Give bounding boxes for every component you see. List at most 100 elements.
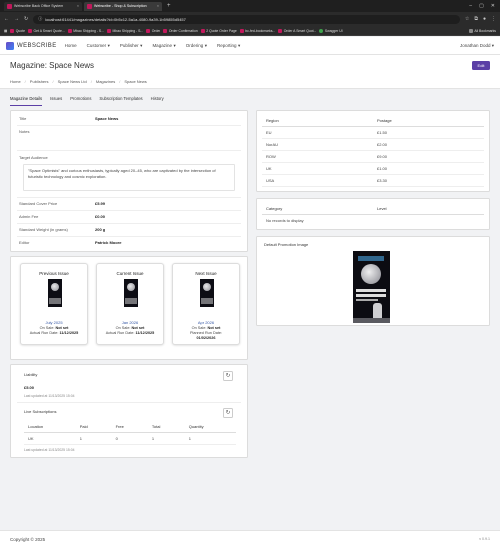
postage-table: Region Postage EU £1.50 NorAU £2.00 ROW £9.… — [262, 115, 484, 187]
nav-home[interactable]: Home — [65, 43, 77, 48]
url-text: localhost:61441/magazines/details?id=0b5… — [45, 16, 186, 22]
brand[interactable]: WEBSCRIBE — [6, 41, 57, 50]
tab-history[interactable]: History — [151, 96, 164, 106]
breadcrumb-home[interactable]: Home — [10, 79, 21, 84]
bookmark-icon — [107, 28, 111, 33]
menu-icon[interactable]: ⋮ — [491, 16, 496, 22]
nav-reporting[interactable]: Reporting ▾ — [217, 43, 240, 49]
bookmark-item[interactable]: 2 Quote Order Page — [200, 28, 237, 33]
issue-date[interactable]: July 2025 — [21, 320, 87, 325]
new-tab-icon[interactable]: + — [164, 3, 174, 9]
table-cell: UK — [24, 432, 76, 445]
issue-heading: Previous Issue — [39, 271, 69, 276]
table-cell: USA — [262, 174, 373, 187]
bookmarks-bar: ▦ Quote Get A Smart Quote... Mbao Shippi… — [0, 26, 500, 36]
issue-heading: Current Issue — [116, 271, 144, 276]
column-header: Quantity — [184, 421, 236, 433]
table-row: UK £1.00 — [262, 162, 484, 175]
close-icon[interactable]: × — [157, 4, 159, 8]
liability-updated: Last updated at 11/13/2025 15:04 — [24, 394, 75, 398]
bookmark-item[interactable]: bc-fed-bookmarks... — [239, 28, 275, 33]
chevron-down-icon: ▾ — [140, 42, 143, 48]
close-icon[interactable]: × — [77, 4, 79, 8]
bookmark-item[interactable]: Order Confirmation — [163, 28, 198, 33]
breadcrumb-separator: / — [52, 79, 54, 84]
issue-date[interactable]: Apr 2026 — [173, 320, 239, 325]
bookmark-item[interactable]: Get A Smart Quote... — [27, 28, 65, 33]
issue-on-sale: On Sale: Not set — [39, 326, 69, 330]
breadcrumb-separator: / — [90, 79, 92, 84]
bookmark-item[interactable]: Order — [146, 28, 160, 33]
tab-promotions[interactable]: Promotions — [70, 96, 91, 106]
column-header: Total — [147, 421, 185, 433]
bookmark-icon — [200, 28, 205, 33]
issue-heading: Next Issue — [195, 271, 217, 276]
edit-button[interactable]: Edit — [472, 60, 490, 70]
breadcrumb-magazines[interactable]: Magazines — [96, 79, 115, 84]
table-cell: 1 — [147, 432, 185, 445]
page-header: Magazine: Space News Edit — [0, 55, 500, 75]
breadcrumb-publishers[interactable]: Publishers — [30, 79, 49, 84]
bookmark-star-icon[interactable]: ☆ — [465, 16, 469, 22]
browser-tab-title: Webscribe - Shop & Subscription — [94, 4, 147, 8]
browser-tab-active[interactable]: Webscribe - Shop & Subscription × — [84, 1, 162, 11]
maximize-icon[interactable]: ▢ — [479, 3, 484, 9]
tab-magazine-details[interactable]: Magazine Details — [10, 96, 43, 106]
magazine-cover-image — [200, 279, 214, 307]
issue-card-previous[interactable]: Previous Issue July 2025 On Sale: Not se… — [20, 263, 88, 345]
title-label: Title — [19, 116, 27, 121]
bookmark-item[interactable]: Quote — [10, 28, 25, 33]
version: v 0.9.1 — [479, 537, 490, 541]
nav-ordering[interactable]: Ordering ▾ — [186, 43, 207, 49]
browser-tab[interactable]: Webscribe Back Office System × — [4, 1, 82, 11]
magazine-cover-image — [48, 279, 62, 307]
address-bar-row: ← → ↻ ⓘ localhost:61441/magazines/detail… — [0, 12, 500, 26]
site-info-icon[interactable]: ⓘ — [38, 16, 42, 22]
column-header: Location — [24, 421, 76, 433]
cover-price-value: £5.99 — [95, 201, 106, 206]
weight-value: 200 g — [95, 227, 106, 232]
reload-icon[interactable]: ↻ — [24, 16, 28, 22]
nav-magazine[interactable]: Magazine ▾ — [152, 43, 175, 49]
nav-publisher[interactable]: Publisher ▾ — [120, 43, 143, 49]
chevron-down-icon: ▾ — [107, 42, 110, 48]
page-title: Magazine: Space News — [10, 60, 95, 70]
window-controls: – ▢ ✕ — [469, 3, 500, 9]
table-cell: EU — [262, 126, 373, 139]
bookmark-item[interactable]: Swagger UI — [319, 28, 343, 33]
browser-actions: ☆ ⧉ ● ⋮ — [465, 16, 496, 22]
back-icon[interactable]: ← — [4, 16, 9, 22]
column-header: Free — [111, 421, 148, 433]
column-header: Level — [373, 203, 484, 215]
extensions-icon[interactable]: ⧉ — [474, 16, 478, 22]
close-window-icon[interactable]: ✕ — [491, 3, 495, 9]
issue-date[interactable]: Jan 2026 — [97, 320, 163, 325]
all-bookmarks[interactable]: All Bookmarks — [468, 28, 496, 33]
app-navbar: WEBSCRIBE Home Customer ▾ Publisher ▾ Maga… — [0, 37, 500, 55]
issue-card-next[interactable]: Next Issue Apr 2026 On Sale: Not set Pla… — [172, 263, 240, 345]
breadcrumb-publisher[interactable]: Space News Ltd — [58, 79, 87, 84]
column-header: Paid — [75, 421, 112, 433]
bookmark-icon — [239, 28, 244, 33]
url-field[interactable]: ⓘ localhost:61441/magazines/details?id=0… — [33, 14, 460, 24]
nav-customer[interactable]: Customer ▾ — [87, 43, 110, 49]
bookmark-item[interactable]: Mbao Shipping - S... — [107, 28, 143, 33]
minimize-icon[interactable]: – — [469, 3, 472, 9]
user-menu[interactable]: Jonathan Dodd ▾ — [460, 43, 494, 49]
live-subscriptions-table: Location Paid Free Total Quantity UK 1 0… — [24, 421, 236, 445]
apps-icon[interactable]: ▦ — [4, 29, 7, 33]
profile-icon[interactable]: ● — [483, 16, 486, 22]
refresh-subscriptions-icon[interactable]: ↻ — [223, 408, 233, 418]
tab-subscription-templates[interactable]: Subscription Templates — [99, 96, 142, 106]
promotion-image-label: Default Promotion Image — [264, 242, 309, 247]
refresh-liability-icon[interactable]: ↻ — [223, 371, 233, 381]
divider — [17, 236, 241, 237]
bookmark-item[interactable]: Order A Smart Quot... — [278, 28, 316, 33]
chevron-down-icon: ▾ — [238, 42, 241, 48]
table-cell: £3.30 — [373, 174, 484, 187]
issue-card-current[interactable]: Current Issue Jan 2026 On Sale: Not set … — [96, 263, 164, 345]
table-cell: 1 — [184, 432, 236, 445]
bookmark-item[interactable]: Mbao Shipping - S... — [67, 28, 104, 33]
forward-icon[interactable]: → — [14, 16, 19, 22]
tab-issues[interactable]: Issues — [50, 96, 62, 106]
